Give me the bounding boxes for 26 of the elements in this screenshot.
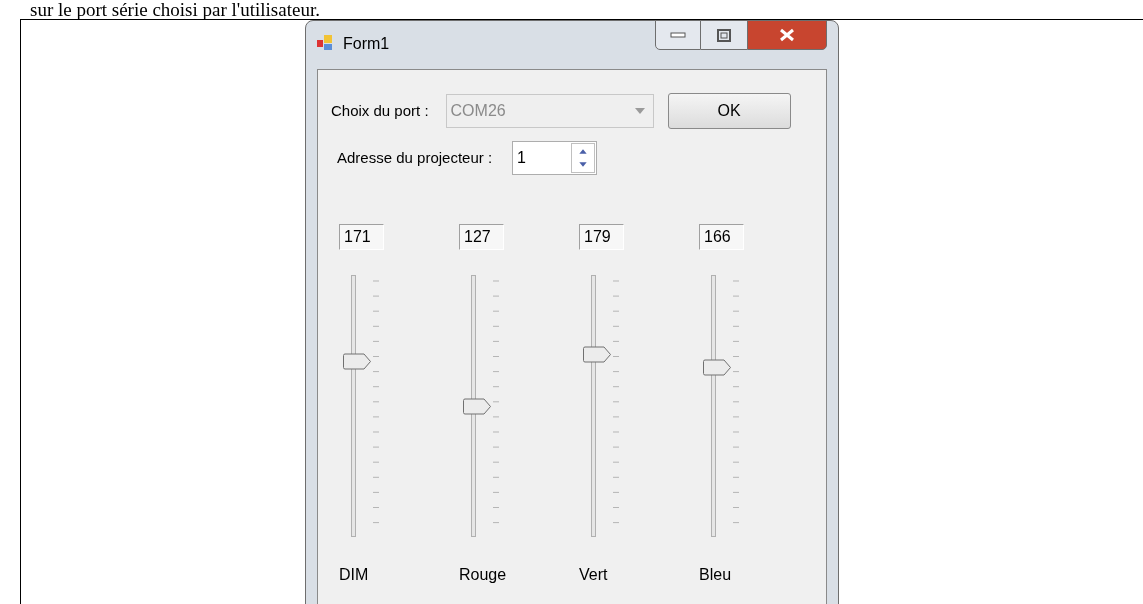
port-label: Choix du port : <box>331 100 429 121</box>
slider-thumb[interactable] <box>702 358 732 376</box>
slider-label: DIM <box>339 565 369 585</box>
form-icon <box>317 33 335 51</box>
value-field: 127 <box>459 224 504 250</box>
value-field: 171 <box>339 224 384 250</box>
slider-label: Rouge <box>459 565 507 585</box>
value-field: 166 <box>699 224 744 250</box>
slider-label: Vert <box>579 565 608 585</box>
minimize-button[interactable] <box>655 20 701 50</box>
maximize-button[interactable] <box>701 20 747 50</box>
slider-thumb[interactable] <box>582 345 612 363</box>
close-icon <box>779 28 795 42</box>
address-label: Adresse du projecteur : <box>337 147 493 168</box>
close-button[interactable] <box>747 20 827 50</box>
slider-thumb[interactable] <box>462 397 492 415</box>
value-field: 179 <box>579 224 624 250</box>
ok-button[interactable]: OK <box>667 93 791 129</box>
address-spinner[interactable]: 1 <box>512 141 598 175</box>
window-title: Form1 <box>343 34 390 54</box>
slider-label: Bleu <box>699 565 732 585</box>
document-text: sur le port série choisi par l'utilisateur. <box>29 0 321 19</box>
minimize-icon <box>670 32 686 38</box>
dropdown-arrow-icon <box>634 108 645 114</box>
maximize-icon <box>717 28 731 42</box>
slider-thumb[interactable] <box>342 353 372 371</box>
